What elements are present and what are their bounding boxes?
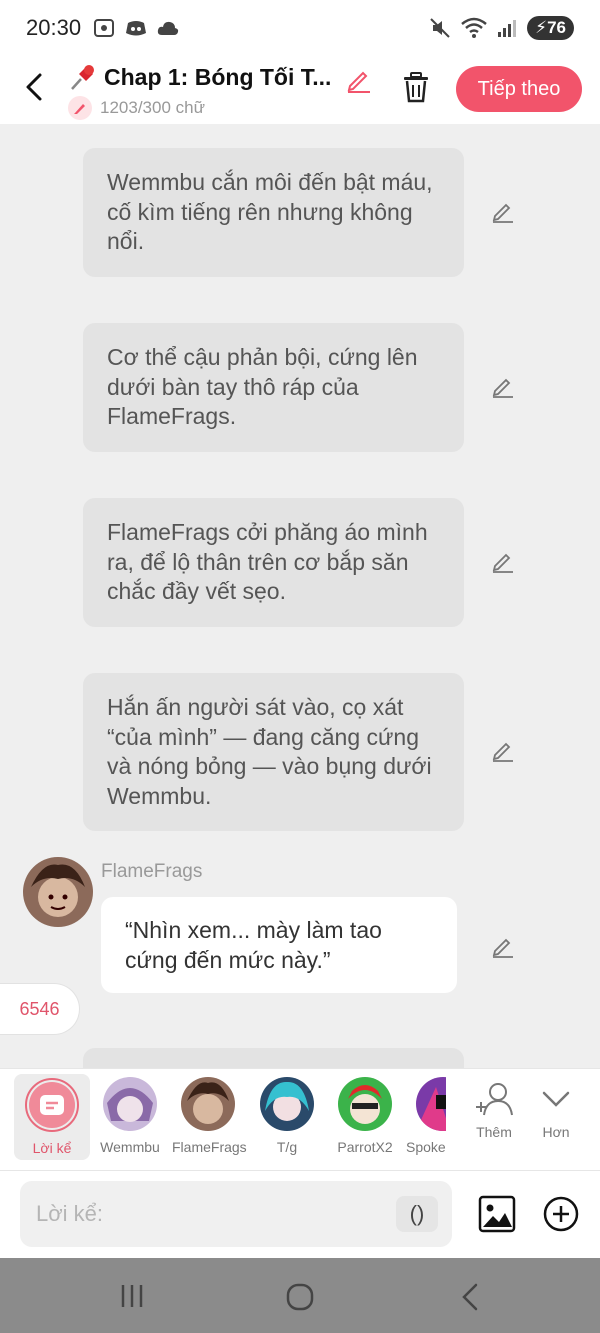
recent-apps-button[interactable] — [118, 1282, 146, 1310]
chapter-title: Chap 1: Bóng Tối T... — [104, 63, 332, 90]
flamefrags-avatar — [181, 1077, 235, 1131]
add-circle-icon[interactable] — [542, 1195, 580, 1233]
edit-icon[interactable] — [490, 197, 516, 223]
pencil-icon — [68, 96, 92, 120]
status-time: 20:30 — [26, 15, 82, 40]
more-label: Hơn — [542, 1124, 570, 1140]
chevron-down-icon — [542, 1091, 570, 1107]
character-flamefrags[interactable]: FlameFrags — [172, 1077, 247, 1155]
edit-icon[interactable] — [490, 932, 516, 958]
home-button[interactable] — [285, 1282, 315, 1312]
character-label: FlameFrags — [172, 1139, 247, 1155]
edit-title-icon[interactable] — [344, 64, 374, 94]
spoke-avatar — [416, 1077, 446, 1131]
narration-bubble[interactable]: Wemmbu cắn môi đến bật máu, cố kìm tiếng… — [83, 148, 464, 277]
nav-back-button[interactable] — [458, 1282, 482, 1312]
editor-header: Chap 1: Bóng Tối T... 1203/300 chữ Tiếp … — [0, 56, 600, 124]
cloud-icon — [157, 21, 179, 35]
battery-indicator: ⚡76 — [527, 16, 574, 40]
character-label: Wemmbu — [100, 1139, 160, 1155]
character-label: T/g — [276, 1139, 298, 1155]
discord-icon — [126, 21, 147, 36]
delete-button[interactable] — [400, 70, 432, 104]
narration-bubble[interactable]: Cơ thể cậu phản bội, cứng lên dưới bàn t… — [83, 323, 464, 452]
edit-icon[interactable] — [490, 547, 516, 573]
system-nav-bar — [0, 1258, 600, 1333]
narration-bubble-partial — [83, 1048, 464, 1068]
speaker-name: FlameFrags — [101, 861, 203, 882]
character-wemmbu[interactable]: Wemmbu — [100, 1077, 160, 1155]
message-bubble[interactable]: “Nhìn xem... mày làm tao cứng đến mức nà… — [101, 897, 457, 993]
next-button[interactable]: Tiếp theo — [456, 66, 582, 112]
character-selector: Lời kể Wemmbu FlameFrags T/g ParrotX2 Sp… — [0, 1068, 600, 1170]
message-input[interactable] — [20, 1181, 452, 1247]
back-button[interactable] — [20, 70, 50, 104]
wemmbu-avatar — [103, 1077, 157, 1131]
parentheses-button[interactable]: () — [396, 1196, 438, 1232]
add-person-icon — [476, 1083, 513, 1116]
word-count-text: 1203/300 chữ — [100, 98, 205, 117]
narration-bubble[interactable]: Hắn ấn người sát vào, cọ xát “của mình” … — [83, 673, 464, 831]
more-button[interactable]: Hơn — [534, 1081, 578, 1140]
edit-icon[interactable] — [490, 372, 516, 398]
character-label: ParrotX2 — [337, 1139, 393, 1155]
signal-icon — [498, 20, 517, 37]
edit-icon[interactable] — [490, 736, 516, 762]
character-tg[interactable]: T/g — [258, 1077, 316, 1155]
character-parrotx2[interactable]: ParrotX2 — [334, 1077, 396, 1155]
chapter-title-row[interactable]: Chap 1: Bóng Tối T... — [68, 62, 331, 92]
character-label: Lời kể — [32, 1140, 72, 1156]
flamefrags-avatar[interactable] — [23, 857, 93, 927]
narration-bubble[interactable]: FlameFrags cởi phăng áo mình ra, để lộ t… — [83, 498, 464, 627]
narration-icon — [29, 1082, 75, 1128]
battery-level: 76 — [547, 18, 566, 37]
character-spoke[interactable]: Spoke — [404, 1077, 446, 1167]
add-character-button[interactable]: Thêm — [470, 1081, 518, 1140]
message-counter[interactable]: 6546 — [0, 983, 80, 1035]
wifi-icon — [461, 17, 487, 38]
tg-avatar — [260, 1077, 314, 1131]
character-label: Spoke — [406, 1139, 446, 1155]
character-narrator[interactable]: Lời kể — [14, 1074, 90, 1160]
input-bar: () — [0, 1170, 600, 1258]
pushpin-icon — [71, 65, 94, 90]
add-character-label: Thêm — [476, 1124, 512, 1140]
screenshot-icon — [94, 19, 115, 37]
image-icon[interactable] — [478, 1195, 516, 1233]
mute-icon — [430, 18, 450, 38]
status-bar: 20:30 ⚡76 — [0, 0, 600, 56]
parrotx2-avatar — [338, 1077, 392, 1131]
chat-area: Wemmbu cắn môi đến bật máu, cố kìm tiếng… — [0, 124, 600, 1068]
word-count: 1203/300 chữ — [68, 96, 205, 120]
